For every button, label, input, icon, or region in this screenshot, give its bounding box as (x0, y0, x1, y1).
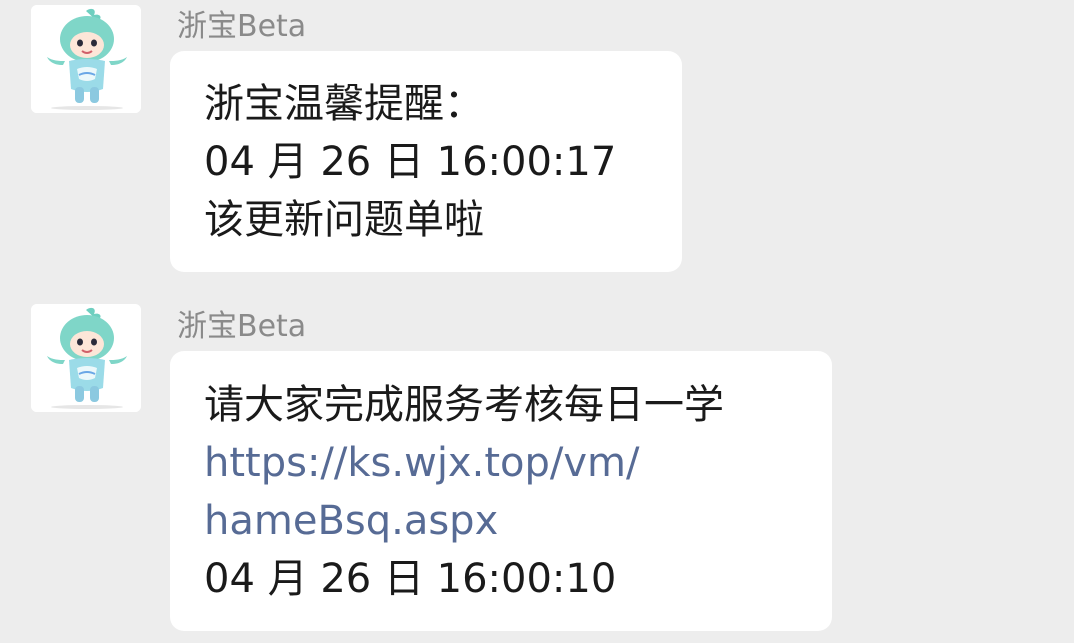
message-bubble[interactable]: 浙宝温馨提醒： 04 月 26 日 16:00:17 该更新问题单啦 (170, 51, 682, 272)
message-text-line: 浙宝温馨提醒： (204, 81, 484, 127)
mascot-avatar-icon (31, 304, 141, 412)
mascot-avatar-icon (31, 5, 141, 113)
message-text-line: 04 月 26 日 16:00:10 (204, 556, 617, 602)
avatar[interactable] (31, 5, 141, 113)
message-text-line: 该更新问题单啦 (204, 197, 484, 243)
message-bubble[interactable]: 请大家完成服务考核每日一学 https://ks.wjx.top/vm/ ham… (170, 351, 832, 631)
sender-name: 浙宝Beta (177, 9, 307, 44)
avatar[interactable] (31, 304, 141, 412)
message-text-line: 请大家完成服务考核每日一学 (204, 382, 724, 428)
message-link[interactable]: https://ks.wjx.top/vm/ (204, 434, 798, 492)
message-text-line: 04 月 26 日 16:00:17 (204, 139, 617, 185)
chat-window: 浙宝Beta 浙宝温馨提醒： 04 月 26 日 16:00:17 该更新问题单… (0, 0, 1074, 643)
message-link[interactable]: hameBsq.aspx (204, 492, 798, 550)
sender-name: 浙宝Beta (177, 309, 307, 344)
